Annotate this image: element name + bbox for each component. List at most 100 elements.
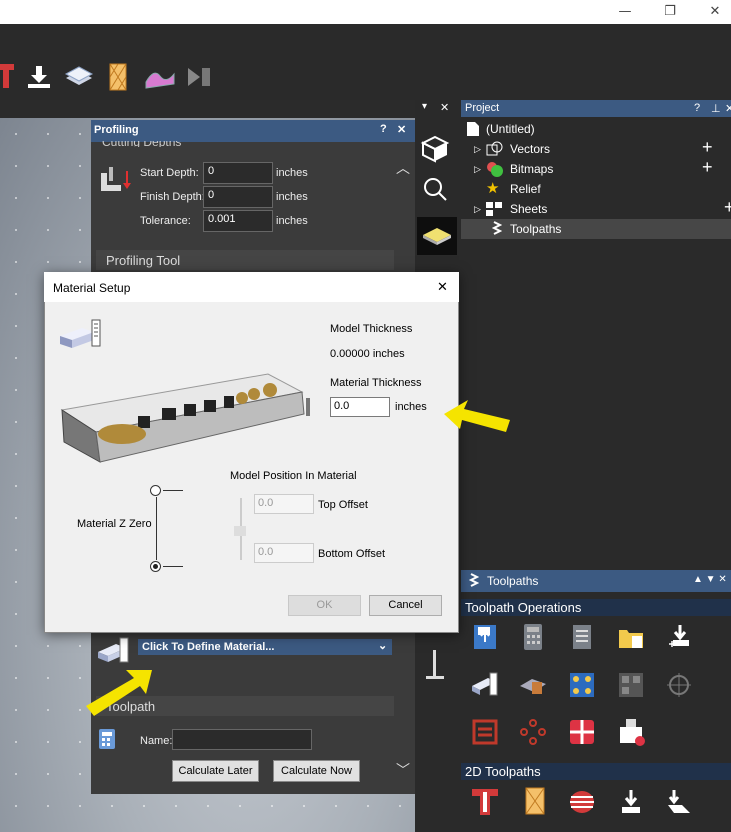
import-icon[interactable]	[26, 64, 52, 90]
start-depth-unit: inches	[276, 167, 308, 179]
expand-arrow-icon[interactable]: ▷	[474, 159, 481, 179]
project-header: Project ? ⊥ ✕	[461, 100, 731, 117]
scroll-up-icon[interactable]: ︿	[396, 158, 410, 178]
bottom-offset-label: Bottom Offset	[318, 548, 386, 560]
cancel-button[interactable]: Cancel	[369, 595, 442, 616]
material-thickness-unit: inches	[395, 401, 427, 413]
depth-icon	[101, 167, 131, 191]
wave-icon[interactable]	[144, 64, 176, 90]
expand-arrow-icon[interactable]: ▷	[474, 199, 481, 219]
close-icon[interactable]: ✕	[397, 123, 406, 136]
add-sheet-icon[interactable]: +	[724, 197, 731, 217]
transform-icon[interactable]	[664, 670, 694, 700]
project-pin-icon[interactable]: ⊥	[711, 102, 721, 115]
define-material-dropdown[interactable]: Click To Define Material... ⌄	[138, 639, 392, 655]
finish-depth-unit: inches	[276, 191, 308, 203]
panel-menu-icon[interactable]: ▾	[422, 101, 427, 112]
vectors-icon	[486, 141, 503, 156]
bottom-offset-input[interactable]: 0.0	[254, 543, 314, 563]
text-tool-icon[interactable]	[0, 62, 14, 90]
zoom-icon[interactable]	[422, 176, 448, 202]
window-title-bar: — ❐ ✕	[0, 0, 731, 24]
calculate-toolpaths-icon[interactable]	[518, 622, 548, 652]
panel-close-icon[interactable]: ✕	[440, 101, 449, 114]
dialog-title: Material Setup	[53, 281, 131, 295]
finish-depth-input[interactable]: 0	[203, 186, 273, 208]
bottom-marker-line	[163, 566, 183, 567]
toolpath-operations-section[interactable]: Toolpath Operations	[461, 599, 731, 616]
tree-item-label: Toolpaths	[510, 222, 562, 236]
main-toolbar	[0, 24, 731, 100]
tolerance-input[interactable]: 0.001	[203, 210, 273, 232]
tree-item-label: Vectors	[510, 142, 551, 156]
toolpath-preview-icon[interactable]	[567, 670, 597, 700]
rapid-z-icon[interactable]	[518, 670, 548, 700]
save-toolpath-icon[interactable]	[470, 622, 500, 652]
pattern-icon[interactable]	[108, 62, 128, 92]
summary-icon[interactable]	[567, 622, 597, 652]
inlay-toolpath-icon[interactable]	[664, 787, 694, 817]
toolpaths-header: Toolpaths ▲ ▼ ✕	[461, 570, 731, 592]
chevron-down-icon: ⌄	[378, 640, 388, 652]
2d-toolpaths-section[interactable]: 2D Toolpaths	[461, 763, 731, 780]
model-thickness-value: 0.00000 inches	[330, 348, 405, 360]
tree-item-sheets[interactable]: ▷ Sheets +	[474, 197, 731, 219]
material-view-button[interactable]	[417, 217, 457, 255]
layers-icon[interactable]	[64, 64, 94, 90]
minimize-button[interactable]: —	[610, 2, 640, 22]
3d-view-icon[interactable]	[420, 134, 450, 164]
profiling-title: Profiling	[94, 124, 139, 136]
tree-item-label: Relief	[510, 182, 541, 196]
close-window-button[interactable]: ✕	[700, 2, 730, 22]
drill-pattern-icon[interactable]	[518, 717, 548, 747]
maximize-button[interactable]: ❐	[655, 2, 685, 22]
sheets-icon	[486, 202, 502, 216]
start-depth-input[interactable]: 0	[203, 162, 273, 184]
toolpath-report-icon[interactable]	[616, 670, 646, 700]
expand-arrow-icon[interactable]: ▷	[474, 139, 481, 159]
slider-handle[interactable]	[425, 650, 445, 680]
sequence-icon[interactable]	[470, 717, 500, 747]
dialog-close-button[interactable]: ✕	[437, 279, 448, 295]
project-close-icon[interactable]: ✕	[725, 102, 731, 115]
top-offset-input[interactable]: 0.0	[254, 494, 314, 514]
calculate-now-button[interactable]: Calculate Now	[273, 760, 360, 782]
area-clearance-icon[interactable]	[567, 787, 597, 817]
material-thickness-label: Material Thickness	[330, 377, 422, 389]
profiling-tool-section[interactable]: Profiling Tool	[96, 250, 394, 270]
offset-slider-thumb[interactable]	[234, 526, 246, 536]
panel-options-icon[interactable]: ▲ ▼ ✕	[693, 574, 727, 585]
tree-item-vectors[interactable]: ▷ Vectors +	[474, 137, 731, 159]
material-setup-icon[interactable]	[470, 670, 500, 700]
tree-item-label: (Untitled)	[486, 122, 535, 136]
z-zero-top-radio[interactable]	[150, 485, 161, 496]
add-vector-icon[interactable]: +	[702, 137, 713, 157]
tiling-icon[interactable]	[567, 717, 597, 747]
profiling-header: Profiling ? ✕	[91, 120, 415, 142]
scroll-down-icon[interactable]: ﹀	[396, 760, 410, 780]
pocket-toolpath-icon[interactable]	[520, 786, 550, 816]
help-icon[interactable]: ?	[380, 123, 387, 135]
add-bitmap-icon[interactable]: +	[702, 157, 713, 177]
star-icon: ★	[486, 180, 500, 197]
drilling-toolpath-icon[interactable]	[616, 787, 646, 817]
top-marker-line	[163, 490, 183, 491]
tool-database-icon[interactable]	[616, 717, 646, 747]
material-thickness-input[interactable]: 0.0	[330, 397, 390, 417]
toolpath-name-input[interactable]	[172, 729, 312, 750]
project-help-icon[interactable]: ?	[694, 102, 700, 114]
z-zero-bottom-radio[interactable]	[150, 561, 161, 572]
bitmaps-icon	[487, 162, 503, 177]
ok-button[interactable]: OK	[288, 595, 361, 616]
start-depth-label: Start Depth:	[140, 167, 199, 179]
tree-item-bitmaps[interactable]: ▷ Bitmaps +	[474, 157, 731, 179]
calculate-later-button[interactable]: Calculate Later	[172, 760, 259, 782]
profile-toolpath-icon[interactable]	[470, 787, 500, 817]
toolpath-icon	[469, 573, 479, 587]
arrow-icon[interactable]	[186, 64, 214, 90]
tree-item-toolpaths[interactable]: Toolpaths	[461, 219, 731, 239]
material-plate-icon	[423, 228, 451, 245]
material-preview-image	[60, 373, 310, 463]
templates-icon[interactable]	[616, 622, 646, 652]
merge-toolpaths-icon[interactable]	[664, 622, 694, 652]
